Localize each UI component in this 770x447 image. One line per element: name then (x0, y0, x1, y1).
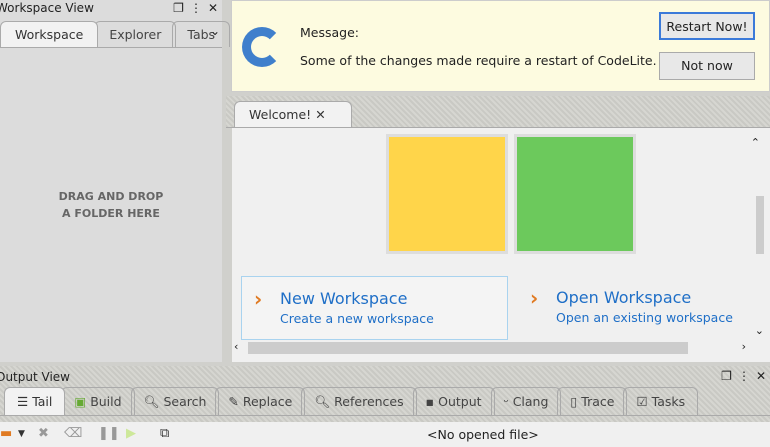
document-lines-icon: ☰ (17, 394, 29, 409)
scroll-right-icon[interactable]: › (742, 340, 746, 353)
tab-trace[interactable]: ▯ Trace (557, 387, 628, 415)
tab-label: References (334, 394, 404, 409)
page-icon: ▯ (570, 394, 578, 409)
tab-label: Tail (32, 394, 53, 409)
restart-now-button[interactable]: Restart Now! (659, 12, 755, 40)
close-icon[interactable]: ✕ (208, 1, 218, 15)
menu-icon[interactable]: ⋮ (190, 1, 202, 15)
close-icon[interactable]: ✕ (315, 107, 325, 122)
tasks-icon: ☑ (636, 394, 648, 409)
menu-icon[interactable]: ⋮ (738, 369, 750, 383)
tab-tabs[interactable]: Tabs (172, 21, 231, 47)
clear-icon[interactable]: ✖ (38, 426, 49, 441)
drop-text: A FOLDER HERE (62, 207, 160, 220)
search-icon: 🔍︎ (143, 394, 160, 409)
tab-label: Output (438, 394, 482, 409)
link-title: Open Workspace (556, 288, 692, 307)
clang-icon: ᵕ (503, 394, 509, 409)
dropdown-arrow-icon[interactable]: ▼ (18, 429, 25, 439)
refresh-icon (242, 27, 282, 67)
message-label: Message: (300, 25, 359, 40)
search-icon: 🔍︎ (314, 394, 331, 409)
welcome-page: › New Workspace Create a new workspace ›… (232, 128, 770, 362)
tab-workspace[interactable]: Workspace (0, 21, 99, 47)
open-workspace-link[interactable]: › Open Workspace Open an existing worksp… (518, 276, 770, 340)
terminal-icon: ▪ (425, 394, 435, 409)
pencil-icon: ✎ (228, 394, 239, 409)
link-title: New Workspace (280, 289, 408, 308)
scroll-down-icon[interactable]: ⌄ (755, 324, 764, 337)
chevron-right-icon: › (530, 286, 539, 310)
tab-label: Search (163, 394, 207, 409)
tab-replace[interactable]: ✎ Replace (215, 387, 306, 415)
tab-build[interactable]: ▣ Build (61, 387, 135, 415)
link-subtitle: Create a new workspace (280, 311, 434, 326)
scroll-up-icon[interactable]: ⌃ (751, 136, 760, 149)
panel-title: Output View (0, 370, 70, 384)
restart-message-bar: Message: Some of the changes made requir… (231, 0, 770, 92)
tab-output[interactable]: ▪ Output (412, 387, 495, 415)
tab-label: Tasks (651, 394, 686, 409)
green-tile (514, 134, 636, 254)
folder-icon[interactable]: ▬ (0, 426, 12, 441)
close-icon[interactable]: ✕ (756, 369, 766, 383)
erase-icon[interactable]: ⌫ (64, 426, 82, 441)
scroll-left-icon[interactable]: ‹ (234, 340, 238, 353)
output-toolbar: ▬ ▼ ✖ ⌫ ❚❚ ▶ ⧉ <No opened file> (0, 422, 770, 447)
horizontal-scrollbar[interactable] (248, 342, 688, 354)
restore-icon[interactable]: ❐ (721, 369, 732, 383)
drop-text: DRAG AND DROP (58, 190, 164, 203)
tab-label: Welcome! (249, 107, 312, 122)
tab-explorer[interactable]: Explorer (94, 21, 177, 47)
tab-label: Trace (581, 394, 615, 409)
restore-icon[interactable]: ❐ (173, 1, 184, 15)
link-subtitle: Open an existing workspace (556, 310, 733, 325)
tab-clang[interactable]: ᵕ Clang (490, 387, 562, 415)
tab-label: Clang (512, 394, 549, 409)
not-now-button[interactable]: Not now (659, 52, 755, 80)
vertical-scrollbar[interactable] (756, 196, 764, 254)
tab-tail[interactable]: ☰ Tail (4, 387, 66, 415)
detach-window-icon[interactable]: ⧉ (160, 426, 169, 441)
tab-label: Replace (242, 394, 293, 409)
tab-tasks[interactable]: ☑ Tasks (623, 387, 699, 415)
new-workspace-link[interactable]: › New Workspace Create a new workspace (241, 276, 508, 340)
build-icon: ▣ (74, 394, 87, 409)
workspace-view-panel: Workspace View ❐ ⋮ ✕ Workspace Explorer Ta… (0, 0, 231, 362)
tab-welcome[interactable]: Welcome! ✕ (234, 101, 352, 127)
chevron-right-icon: › (254, 287, 263, 311)
panel-title: Workspace View (0, 1, 94, 15)
yellow-tile (386, 134, 508, 254)
status-text: <No opened file> (427, 427, 539, 442)
pause-icon[interactable]: ❚❚ (98, 426, 120, 441)
tab-search[interactable]: 🔍︎ Search (130, 387, 220, 415)
tab-label: Build (90, 394, 122, 409)
tab-references[interactable]: 🔍︎ References (301, 387, 417, 415)
drop-zone[interactable]: DRAG AND DROP A FOLDER HERE (0, 48, 222, 362)
message-text: Some of the changes made require a resta… (300, 53, 657, 68)
chevron-down-icon[interactable]: ⌄ (210, 24, 220, 38)
play-icon[interactable]: ▶ (126, 426, 136, 441)
